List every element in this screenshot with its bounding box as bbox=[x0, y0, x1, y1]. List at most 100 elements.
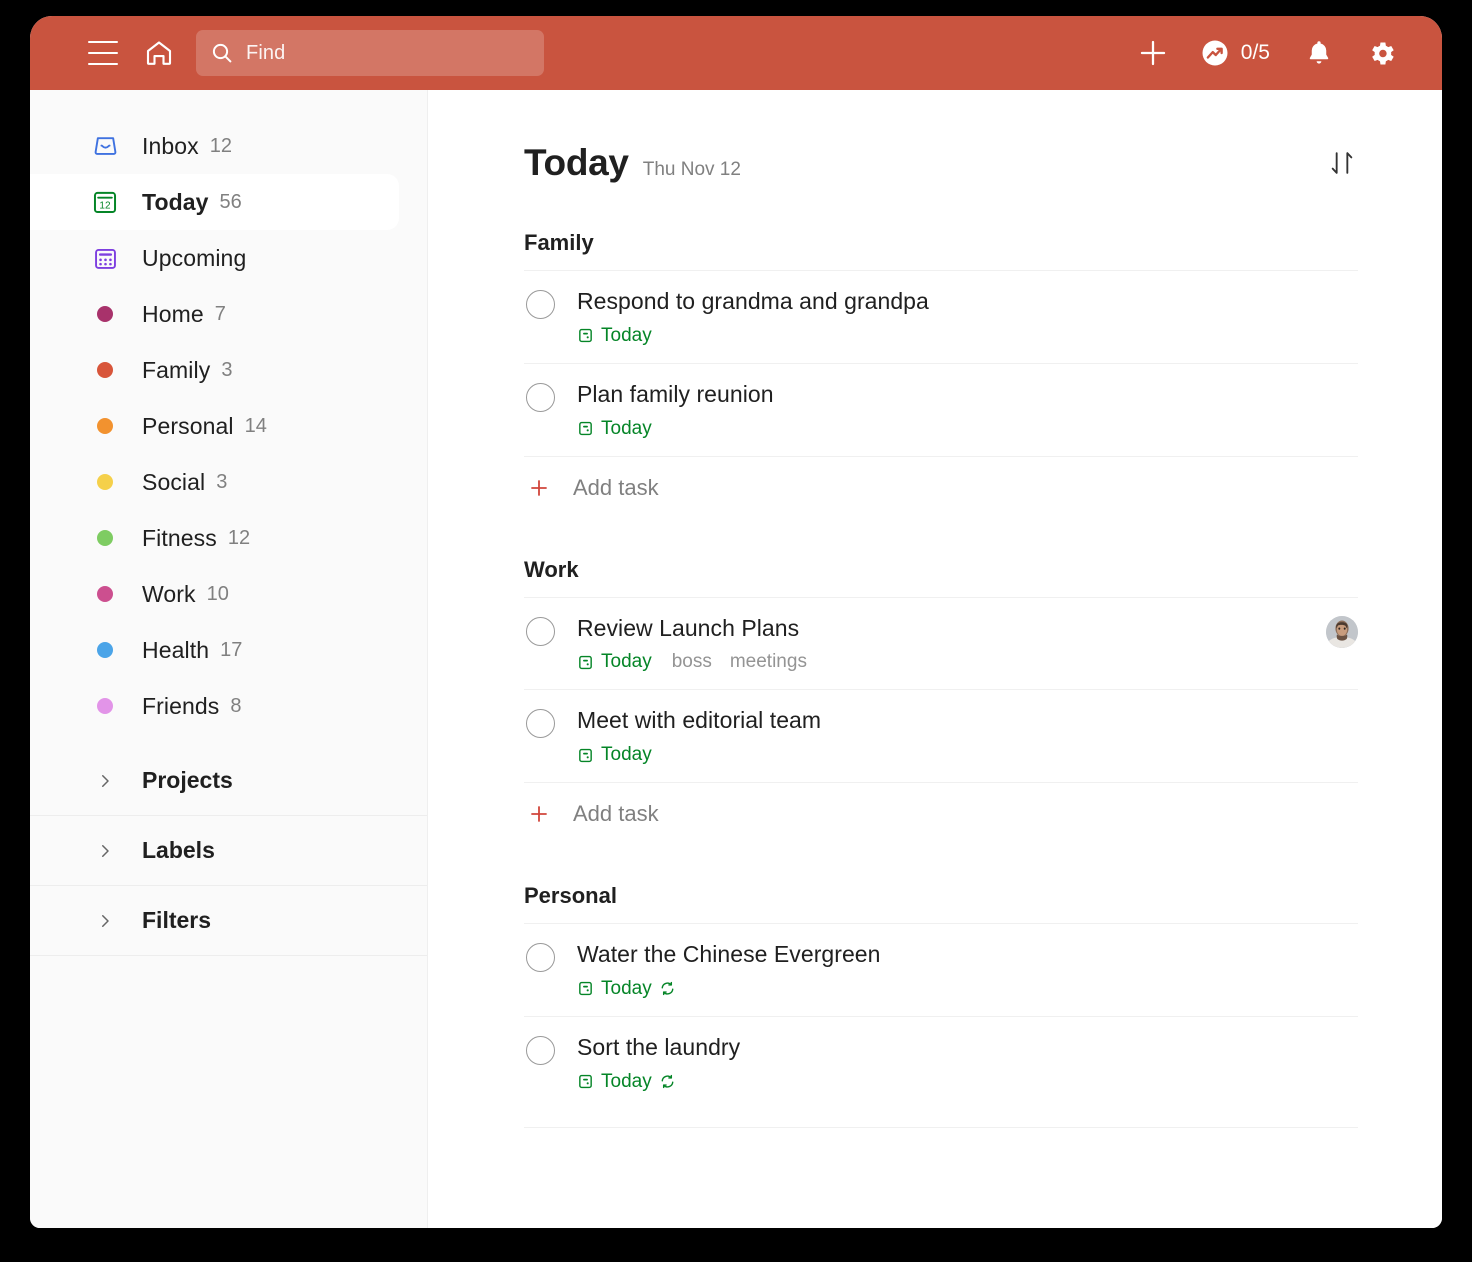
task-due-date[interactable]: Today bbox=[577, 418, 652, 440]
main-content: Today Thu Nov 12 Family Re bbox=[428, 90, 1442, 1228]
project-dot-icon bbox=[88, 689, 122, 723]
task-due-date[interactable]: Today bbox=[577, 1071, 676, 1093]
sidebar-item-fitness[interactable]: Fitness 12 bbox=[30, 510, 427, 566]
sidebar-item-count: 14 bbox=[245, 415, 267, 438]
task-label[interactable]: boss bbox=[672, 651, 712, 673]
task-row[interactable]: Water the Chinese Evergreen Today bbox=[524, 923, 1358, 1016]
sidebar-item-home[interactable]: Home 7 bbox=[30, 286, 427, 342]
task-body: Sort the laundry Today bbox=[577, 1033, 1358, 1093]
task-body: Respond to grandma and grandpa Today bbox=[577, 287, 1358, 347]
home-icon[interactable] bbox=[144, 38, 174, 68]
hamburger-menu-icon[interactable] bbox=[88, 41, 118, 65]
task-body: Review Launch Plans Today boss bbox=[577, 614, 1312, 674]
task-title[interactable]: Water the Chinese Evergreen bbox=[577, 940, 1358, 969]
add-task-button[interactable]: Add task bbox=[524, 456, 1358, 511]
sort-arrows-icon[interactable] bbox=[1326, 147, 1358, 179]
task-due-date[interactable]: Today bbox=[577, 325, 652, 347]
page-date: Thu Nov 12 bbox=[643, 159, 741, 181]
task-meta: Today bbox=[577, 1071, 1358, 1093]
task-checkbox[interactable] bbox=[526, 709, 555, 738]
due-date-text: Today bbox=[601, 744, 652, 766]
sidebar-item-label: Inbox bbox=[142, 133, 199, 160]
page-header: Today Thu Nov 12 bbox=[524, 90, 1358, 184]
task-title[interactable]: Meet with editorial team bbox=[577, 706, 1358, 735]
productivity-button[interactable]: 0/5 bbox=[1184, 38, 1280, 68]
task-meta: Today bbox=[577, 325, 1358, 347]
sidebar-item-health[interactable]: Health 17 bbox=[30, 622, 427, 678]
task-row[interactable]: Sort the laundry Today bbox=[524, 1016, 1358, 1109]
add-task-label: Add task bbox=[573, 475, 659, 501]
plus-icon bbox=[527, 802, 551, 826]
app-top-bar: Find 0/5 bbox=[30, 16, 1442, 90]
task-meta: Today bbox=[577, 978, 1358, 1000]
task-title[interactable]: Plan family reunion bbox=[577, 380, 1358, 409]
add-task-button[interactable]: Add task bbox=[524, 782, 1358, 837]
sidebar-section-filters[interactable]: Filters bbox=[30, 886, 427, 956]
sidebar-item-personal[interactable]: Personal 14 bbox=[30, 398, 427, 454]
sidebar-item-count: 7 bbox=[215, 303, 226, 326]
search-input[interactable]: Find bbox=[196, 30, 544, 76]
project-dot-icon bbox=[88, 409, 122, 443]
task-checkbox[interactable] bbox=[526, 617, 555, 646]
top-bar-actions: 0/5 bbox=[1122, 25, 1412, 81]
project-dot-icon bbox=[88, 577, 122, 611]
task-row[interactable]: Review Launch Plans Today boss bbox=[524, 597, 1358, 690]
sidebar-item-friends[interactable]: Friends 8 bbox=[30, 678, 427, 734]
task-due-date[interactable]: Today bbox=[577, 651, 652, 673]
sidebar-section-labels[interactable]: Labels bbox=[30, 816, 427, 886]
task-checkbox[interactable] bbox=[526, 383, 555, 412]
notifications-button[interactable] bbox=[1288, 25, 1350, 81]
sidebar-item-today[interactable]: 12 Today 56 bbox=[30, 174, 399, 230]
sidebar-item-social[interactable]: Social 3 bbox=[30, 454, 427, 510]
due-date-calendar-icon bbox=[577, 747, 594, 764]
assignee-avatar[interactable] bbox=[1326, 616, 1358, 648]
sidebar-item-count: 10 bbox=[207, 583, 229, 606]
due-date-text: Today bbox=[601, 651, 652, 673]
sidebar-item-family[interactable]: Family 3 bbox=[30, 342, 427, 398]
sidebar-item-label: Family bbox=[142, 357, 210, 384]
sidebar-item-work[interactable]: Work 10 bbox=[30, 566, 427, 622]
task-row[interactable]: Meet with editorial team Today bbox=[524, 689, 1358, 782]
task-group-title: Personal bbox=[524, 883, 1358, 909]
task-group: Family Respond to grandma and grandpa T bbox=[524, 230, 1358, 511]
add-task-quick-button[interactable] bbox=[1122, 25, 1184, 81]
sidebar-item-label: Health bbox=[142, 637, 209, 664]
task-due-date[interactable]: Today bbox=[577, 978, 676, 1000]
task-meta: Today bbox=[577, 418, 1358, 440]
task-checkbox[interactable] bbox=[526, 943, 555, 972]
task-title[interactable]: Sort the laundry bbox=[577, 1033, 1358, 1062]
sidebar-item-label: Social bbox=[142, 469, 205, 496]
sidebar-item-label: Friends bbox=[142, 693, 219, 720]
inbox-icon bbox=[88, 129, 122, 163]
sidebar-item-label: Fitness bbox=[142, 525, 217, 552]
task-body: Plan family reunion Today bbox=[577, 380, 1358, 440]
task-checkbox[interactable] bbox=[526, 290, 555, 319]
task-title[interactable]: Review Launch Plans bbox=[577, 614, 1312, 643]
due-date-text: Today bbox=[601, 978, 652, 1000]
sidebar-item-count: 3 bbox=[216, 471, 227, 494]
sidebar-item-inbox[interactable]: Inbox 12 bbox=[30, 118, 427, 174]
settings-button[interactable] bbox=[1350, 25, 1412, 81]
sidebar-item-upcoming[interactable]: Upcoming bbox=[30, 230, 427, 286]
task-row[interactable]: Respond to grandma and grandpa Today bbox=[524, 270, 1358, 363]
task-body: Meet with editorial team Today bbox=[577, 706, 1358, 766]
desktop-background: Find 0/5 bbox=[0, 0, 1472, 1262]
list-bottom-divider bbox=[524, 1127, 1358, 1128]
due-date-calendar-icon bbox=[577, 327, 594, 344]
task-group: Work Review Launch Plans Today bbox=[524, 557, 1358, 838]
task-title[interactable]: Respond to grandma and grandpa bbox=[577, 287, 1358, 316]
todoist-app-window: Find 0/5 bbox=[30, 16, 1442, 1228]
project-dot-icon bbox=[88, 633, 122, 667]
task-row[interactable]: Plan family reunion Today bbox=[524, 363, 1358, 456]
chevron-right-icon bbox=[88, 904, 122, 938]
sidebar-section-projects[interactable]: Projects bbox=[30, 746, 427, 816]
page-title: Today bbox=[524, 142, 629, 184]
project-dot-icon bbox=[88, 297, 122, 331]
sidebar-section-label: Filters bbox=[142, 907, 211, 934]
plus-icon bbox=[527, 476, 551, 500]
task-due-date[interactable]: Today bbox=[577, 744, 652, 766]
task-label[interactable]: meetings bbox=[730, 651, 807, 673]
chevron-right-icon bbox=[88, 834, 122, 868]
task-checkbox[interactable] bbox=[526, 1036, 555, 1065]
project-dot-icon bbox=[88, 465, 122, 499]
